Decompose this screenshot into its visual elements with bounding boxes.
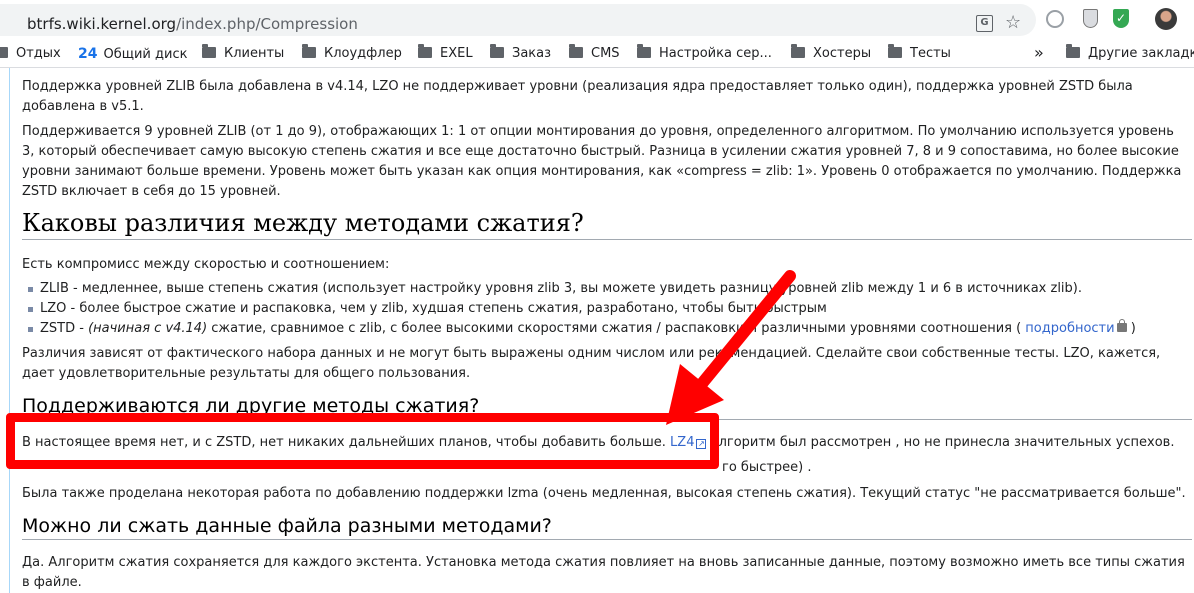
bookmark-label: Клиенты bbox=[224, 46, 285, 61]
bookmark-other[interactable]: Другие закладки bbox=[1066, 44, 1194, 61]
url-text[interactable]: btrfs.wiki.kernel.org/index.php/Compress… bbox=[27, 15, 358, 33]
zstd-version: (начиная с v4.14) bbox=[88, 321, 208, 336]
bookmark-klienty[interactable]: Клиенты bbox=[202, 44, 285, 61]
folder-icon bbox=[490, 44, 504, 58]
paragraph-per-extent: Да. Алгоритм сжатия сохраняется для кажд… bbox=[22, 555, 1185, 590]
lz4-text: алгоритм был рассмотрен , но не принесла… bbox=[706, 435, 1175, 450]
paragraph-partially-hidden: го быстрее) . bbox=[722, 460, 812, 475]
bookmark-label: EXEL bbox=[440, 46, 473, 61]
list-item-zlib: ZLIB - медленнее, выше степень сжатия (и… bbox=[22, 279, 1136, 299]
heading-differences: Каковы различия между методами сжатия? bbox=[22, 209, 1192, 240]
folder-icon bbox=[888, 44, 902, 58]
lock-icon bbox=[1116, 319, 1127, 332]
bookmark-zakaz[interactable]: Заказ bbox=[490, 44, 552, 61]
address-bar-area: btrfs.wiki.kernel.org/index.php/Compress… bbox=[0, 0, 1194, 40]
folder-icon bbox=[637, 44, 651, 58]
bookmark-cms[interactable]: CMS bbox=[569, 44, 620, 61]
details-link[interactable]: подробности bbox=[1025, 321, 1114, 336]
folder-icon bbox=[0, 47, 8, 58]
url-path: /index.php/Compression bbox=[176, 15, 358, 33]
folder-icon bbox=[569, 44, 583, 58]
bookmark-label: Отдых bbox=[16, 46, 61, 61]
shield-check-extension-icon[interactable]: ✓ bbox=[1113, 9, 1129, 28]
folder-icon bbox=[1066, 44, 1080, 58]
bookmark-label: Тесты bbox=[910, 46, 951, 61]
zstd-suffix: ) bbox=[1126, 321, 1136, 336]
bookmarks-overflow-button[interactable]: » bbox=[1034, 43, 1044, 62]
bookmark-label: Хостеры bbox=[813, 46, 872, 61]
bookmark-label: CMS bbox=[591, 46, 620, 61]
paragraph-zlib-levels: Поддерживается 9 уровней ZLIB (от 1 до 9… bbox=[22, 124, 1182, 199]
bookmark-label: Заказ bbox=[512, 46, 552, 61]
page-content: Поддержка уровней ZLIB была добавлена в … bbox=[9, 68, 1194, 593]
compression-methods-list: ZLIB - медленнее, выше степень сжатия (и… bbox=[22, 279, 1136, 339]
folder-icon bbox=[202, 44, 216, 58]
folder-icon bbox=[418, 44, 432, 58]
list-item-lzo: LZO - более быстрое сжатие и распаковка,… bbox=[22, 299, 1136, 319]
profile-avatar[interactable] bbox=[1155, 8, 1177, 30]
zstd-prefix: ZSTD - bbox=[40, 321, 89, 336]
bookmark-label: Настройка сер... bbox=[659, 46, 772, 61]
folder-icon bbox=[302, 44, 316, 58]
omnibox[interactable]: btrfs.wiki.kernel.org/index.php/Compress… bbox=[0, 4, 1036, 36]
annotation-highlight-box bbox=[6, 413, 719, 469]
shield-extension-icon[interactable] bbox=[1083, 9, 1098, 28]
paragraph-dataset-dependence: Различия зависят от фактического набора … bbox=[22, 346, 1161, 381]
paragraph-tradeoff: Есть компромисс между скоростью и соотно… bbox=[22, 257, 390, 272]
globe-extension-icon[interactable] bbox=[1046, 10, 1064, 28]
bookmarks-bar: Отдых 24 Общий диск Клиенты Клоудфлер EXE… bbox=[0, 40, 1194, 68]
number-24-icon: 24 bbox=[78, 46, 98, 62]
bookmark-exel[interactable]: EXEL bbox=[418, 44, 473, 61]
bookmark-otdyh[interactable]: Отдых bbox=[0, 46, 61, 61]
bookmark-hostery[interactable]: Хостеры bbox=[791, 44, 872, 61]
bookmark-label: Другие закладки bbox=[1088, 46, 1194, 61]
bookmark-star-icon[interactable]: ☆ bbox=[1005, 12, 1021, 33]
list-item-zstd: ZSTD - (начиная с v4.14) сжатие, сравним… bbox=[22, 319, 1136, 339]
translate-icon[interactable]: G bbox=[976, 15, 993, 32]
zstd-text: сжатие, сравнимое с zlib, с более высоки… bbox=[207, 321, 1026, 336]
bookmark-label: Общий диск bbox=[103, 47, 188, 62]
bookmark-kloudfler[interactable]: Клоудфлер bbox=[302, 44, 402, 61]
heading-mixed-methods: Можно ли сжать данные файла разными мето… bbox=[22, 515, 1192, 540]
bookmark-obshchiy-disk[interactable]: 24 Общий диск bbox=[78, 46, 187, 62]
url-host: btrfs.wiki.kernel.org bbox=[27, 15, 177, 33]
paragraph-lzma: Была также проделана некоторая работа по… bbox=[22, 486, 1186, 501]
bookmark-testy[interactable]: Тесты bbox=[888, 44, 951, 61]
bookmark-nastroyka[interactable]: Настройка сер... bbox=[637, 44, 772, 61]
paragraph-levels: Поддержка уровней ZLIB была добавлена в … bbox=[22, 79, 1133, 114]
bookmark-label: Клоудфлер bbox=[324, 46, 402, 61]
folder-icon bbox=[791, 44, 805, 58]
